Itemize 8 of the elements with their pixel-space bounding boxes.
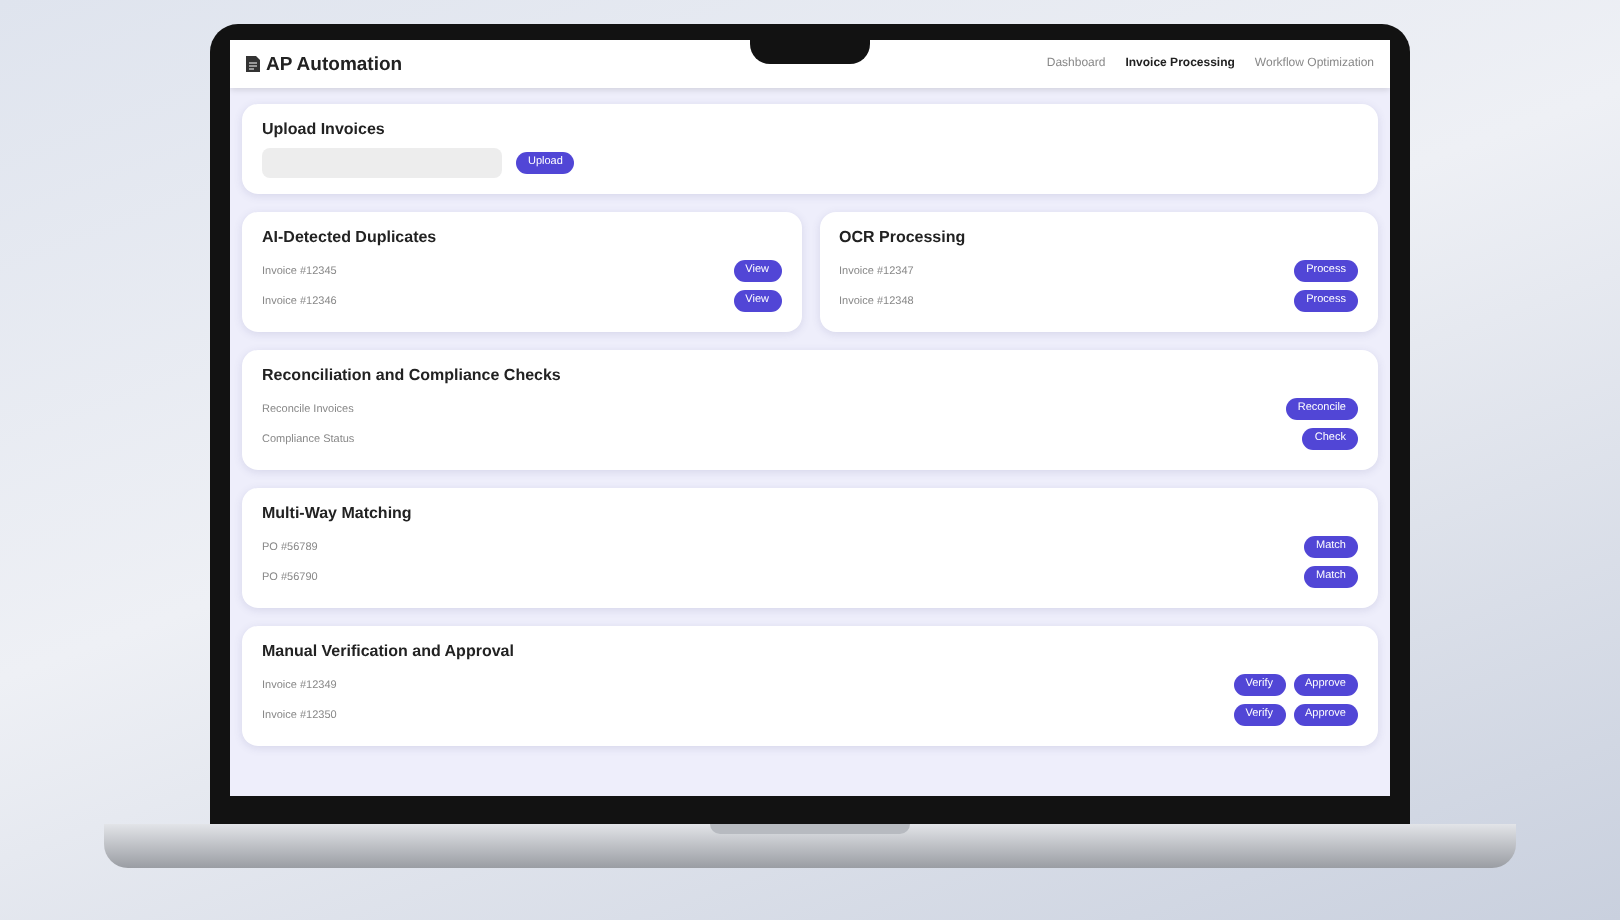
document-icon bbox=[246, 56, 260, 72]
card-title: Multi-Way Matching bbox=[262, 504, 414, 522]
card-title: Manual Verification and Approval bbox=[262, 642, 516, 660]
app-title: AP Automation bbox=[266, 53, 403, 75]
card-title: Upload Invoices bbox=[262, 120, 387, 138]
card-title: Reconciliation and Compliance Checks bbox=[262, 366, 563, 384]
card-title: AI-Detected Duplicates bbox=[262, 228, 439, 246]
card-title: OCR Processing bbox=[839, 228, 968, 246]
